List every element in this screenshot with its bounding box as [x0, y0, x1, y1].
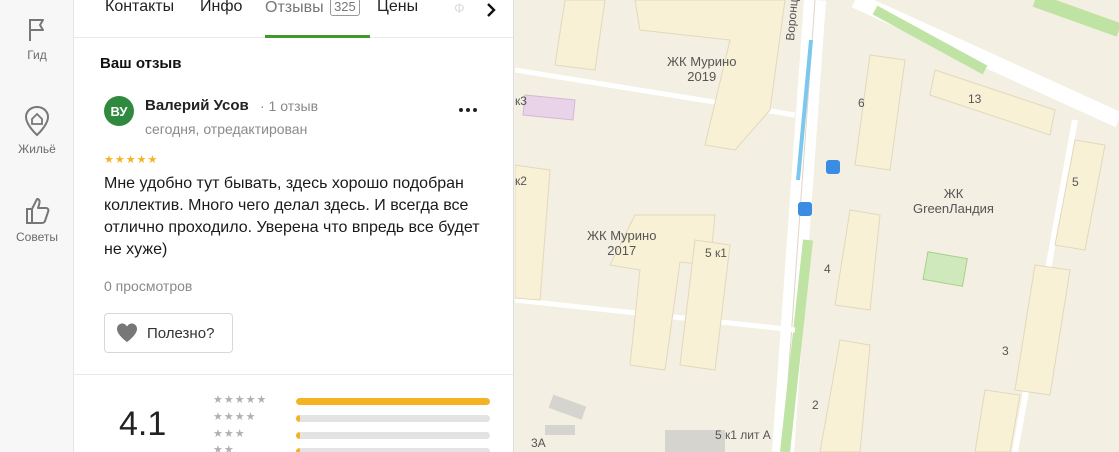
review-star-rating: ★★★★★	[104, 154, 159, 166]
heart-icon	[117, 323, 137, 342]
tab-reviews[interactable]: Отзывы 325	[265, 0, 360, 17]
tab-prices[interactable]: Цены	[377, 0, 418, 16]
reviews-count-badge: 325	[330, 0, 360, 16]
review-text: Мне удобно тут бывать, здесь хорошо подо…	[104, 175, 480, 258]
map-house-number: 3А	[531, 436, 546, 450]
author-review-count: · 1 отзыв	[260, 98, 319, 114]
thumbs-up-icon	[26, 198, 50, 224]
map-house-number: 3	[1002, 344, 1009, 358]
review-author-name[interactable]: Валерий Усов	[145, 97, 249, 114]
sidebar-item-label: Советы	[16, 230, 58, 244]
rating-bar-fill	[296, 398, 490, 405]
your-review-heading: Ваш отзыв	[100, 55, 182, 72]
map-canvas	[515, 0, 1119, 452]
left-nav-rail: Гид Жильё Советы	[0, 0, 74, 452]
rating-bar-track	[296, 398, 490, 405]
sidebar-item-housing[interactable]: Жильё	[0, 104, 74, 156]
map-label-greenlandia[interactable]: ЖК GreenЛандия	[913, 186, 994, 216]
sidebar-item-tips[interactable]: Советы	[0, 196, 74, 244]
review-views: 0 просмотров	[104, 278, 193, 294]
sidebar-item-guide[interactable]: Гид	[0, 16, 74, 62]
map-house-number: 5	[1072, 175, 1079, 189]
map-house-number: к3	[515, 94, 527, 108]
map-house-number: 2	[812, 398, 819, 412]
map-house-number: к2	[515, 174, 527, 188]
chevron-right-icon	[487, 3, 496, 17]
map-label-complex-2017[interactable]: ЖК Мурино 2017	[587, 228, 656, 258]
sidebar-item-label: Жильё	[18, 142, 56, 156]
avatar[interactable]: ВУ	[104, 96, 134, 126]
tab-photos-faded[interactable]: Ф	[454, 0, 476, 22]
rating-bar-fill	[296, 432, 300, 439]
map-view[interactable]: ЖК Мурино 2019 ЖК Мурино 2017 ЖК GreenЛа…	[515, 0, 1119, 452]
active-tab-indicator	[265, 35, 370, 38]
useful-label: Полезно?	[147, 324, 215, 342]
map-house-number: 6	[858, 96, 865, 110]
rating-bar-fill	[296, 415, 300, 422]
sidebar-item-label: Гид	[27, 48, 47, 62]
rating-bar-stars: ★★★	[213, 428, 246, 440]
tab-contacts[interactable]: Контакты	[105, 0, 174, 16]
map-house-number: 5 к1 лит А	[715, 428, 771, 442]
map-house-number: 5 к1	[705, 246, 727, 260]
flag-icon	[29, 19, 44, 41]
more-options-button[interactable]	[454, 100, 482, 124]
rating-bar-stars: ★★	[213, 444, 235, 452]
rating-bar-track	[296, 448, 490, 452]
divider	[74, 374, 513, 375]
tab-info[interactable]: Инфо	[200, 0, 242, 16]
more-dots-icon	[459, 108, 477, 112]
place-card-panel: Контакты Инфо Отзывы 325 Цены Ф Ваш отзы…	[74, 0, 514, 452]
rating-bar-stars: ★★★★	[213, 411, 257, 423]
average-rating: 4.1	[119, 405, 167, 443]
map-house-number: 4	[824, 262, 831, 276]
rating-bar-track	[296, 432, 490, 439]
rating-bar-track	[296, 415, 490, 422]
tabs-scroll-right-button[interactable]	[480, 0, 502, 22]
house-pin-icon	[24, 105, 50, 137]
rating-bar-fill	[296, 448, 300, 452]
review-date: сегодня, отредактирован	[145, 121, 308, 137]
tab-bar: Контакты Инфо Отзывы 325 Цены Ф	[74, 0, 513, 38]
map-house-number: 13	[968, 92, 982, 106]
useful-button[interactable]: Полезно?	[104, 313, 233, 353]
map-label-complex-2019[interactable]: ЖК Мурино 2019	[667, 54, 736, 84]
rating-bar-stars: ★★★★★	[213, 394, 268, 406]
